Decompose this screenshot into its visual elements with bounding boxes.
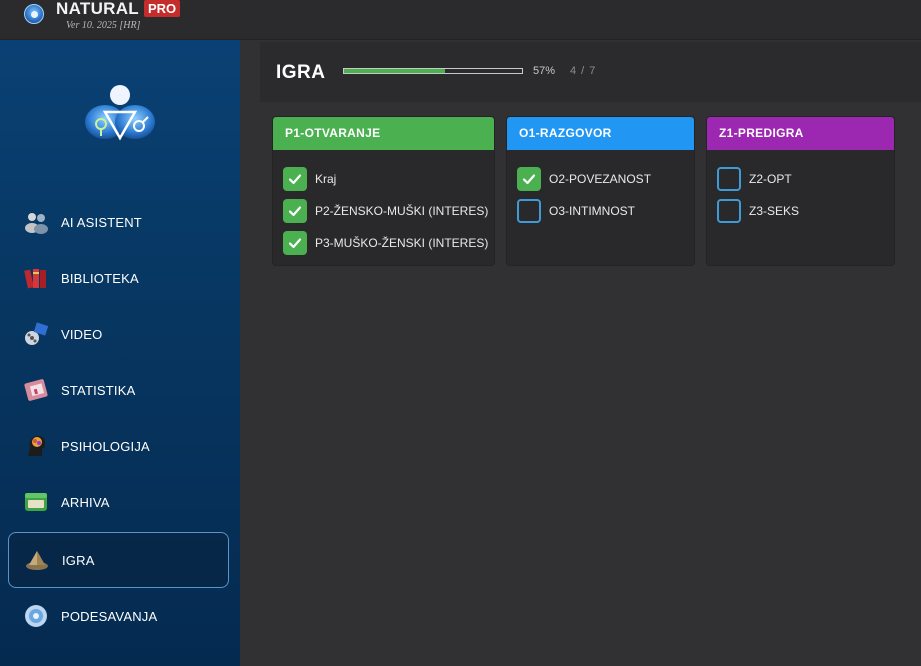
- sidebar-item-psihologija[interactable]: PSIHOLOGIJA: [8, 418, 229, 474]
- sidebar-item-igra[interactable]: IGRA: [8, 532, 229, 588]
- app-version: Ver 10. 2025 [HR]: [66, 20, 141, 31]
- people-icon: [22, 208, 50, 236]
- pro-badge: PRO: [144, 0, 181, 17]
- checklist-item[interactable]: O2-POVEZANOST: [517, 163, 694, 195]
- checkmark-icon: [288, 206, 302, 217]
- checkbox[interactable]: [517, 199, 541, 223]
- checkbox[interactable]: [717, 199, 741, 223]
- checklist-item-label: O2-POVEZANOST: [549, 172, 652, 186]
- checkmark-icon: [288, 238, 302, 249]
- sidebar-item-label: PODESAVANJA: [61, 608, 158, 624]
- app-logo-icon: [24, 4, 44, 24]
- checklist-item-label: Z2-OPT: [749, 172, 792, 186]
- checkbox[interactable]: [283, 167, 307, 191]
- sidebar-item-biblioteka[interactable]: BIBLIOTEKA: [8, 250, 229, 306]
- progress-fill: [344, 69, 446, 73]
- column-z1-predigra: Z1-PREDIGRA Z2-OPT Z3-SEKS: [706, 116, 895, 266]
- pyramid-icon: [23, 546, 51, 574]
- checklist-item[interactable]: Kraj: [283, 163, 494, 195]
- checkbox[interactable]: [717, 167, 741, 191]
- sidebar-item-label: STATISTIKA: [61, 382, 136, 398]
- chart-icon: [22, 376, 50, 404]
- checklist-item-label: P3-MUŠKO-ŽENSKI (INTERES): [315, 236, 489, 250]
- column-title: P1-OTVARANJE: [273, 117, 494, 150]
- checklist-item[interactable]: P2-ŽENSKO-MUŠKI (INTERES): [283, 195, 494, 227]
- checklist-item-label: P2-ŽENSKO-MUŠKI (INTERES): [315, 204, 489, 218]
- checklist-item[interactable]: P3-MUŠKO-ŽENSKI (INTERES): [283, 227, 494, 259]
- sidebar-item-podesavanja[interactable]: PODESAVANJA: [8, 588, 229, 644]
- film-reel-icon: [22, 320, 50, 348]
- archive-icon: [22, 488, 50, 516]
- checklist-item-label: Z3-SEKS: [749, 204, 800, 218]
- column-title: O1-RAZGOVOR: [507, 117, 694, 150]
- checkmark-icon: [288, 174, 302, 185]
- column-p1-otvaranje: P1-OTVARANJE Kraj P2-ŽENSKO-MUŠKI (INTER…: [272, 116, 495, 266]
- books-icon: [22, 264, 50, 292]
- checklist-item[interactable]: O3-INTIMNOST: [517, 195, 694, 227]
- sidebar-item-label: BIBLIOTEKA: [61, 270, 139, 286]
- page-header: IGRA 57% 4 / 7: [260, 42, 921, 102]
- checkbox[interactable]: [283, 231, 307, 255]
- sidebar-item-label: PSIHOLOGIJA: [61, 438, 150, 454]
- column-title: Z1-PREDIGRA: [707, 117, 894, 150]
- settings-disc-icon: [22, 602, 50, 630]
- app-name: NATURAL: [56, 0, 139, 18]
- sidebar: AI ASISTENT BIBLIOTEKA VIDEO STATISTIKA …: [0, 40, 240, 666]
- sidebar-item-label: ARHIVA: [61, 494, 110, 510]
- sidebar-item-video[interactable]: VIDEO: [8, 306, 229, 362]
- sidebar-item-label: VIDEO: [61, 326, 103, 342]
- checklist-item[interactable]: Z3-SEKS: [717, 195, 894, 227]
- title-bar: NATURAL PRO Ver 10. 2025 [HR]: [0, 0, 921, 40]
- checkmark-icon: [522, 174, 536, 185]
- head-brain-icon: [22, 432, 50, 460]
- sidebar-item-ai-asistent[interactable]: AI ASISTENT: [8, 194, 229, 250]
- sidebar-item-arhiva[interactable]: ARHIVA: [8, 474, 229, 530]
- progress-percent: 57%: [533, 65, 556, 77]
- brand-logo-icon: [85, 85, 155, 141]
- checklist-item-label: Kraj: [315, 172, 337, 186]
- page-title: IGRA: [276, 62, 326, 83]
- checkbox[interactable]: [517, 167, 541, 191]
- checklist-item-label: O3-INTIMNOST: [549, 204, 635, 218]
- column-o1-razgovor: O1-RAZGOVOR O2-POVEZANOST O3-INTIMNOST: [506, 116, 695, 266]
- progress-bar: [343, 68, 523, 74]
- sidebar-item-statistika[interactable]: STATISTIKA: [8, 362, 229, 418]
- progress-count: 4 / 7: [570, 65, 597, 77]
- sidebar-item-label: IGRA: [62, 552, 95, 568]
- checklist-item[interactable]: Z2-OPT: [717, 163, 894, 195]
- checkbox[interactable]: [283, 199, 307, 223]
- sidebar-item-label: AI ASISTENT: [61, 214, 142, 230]
